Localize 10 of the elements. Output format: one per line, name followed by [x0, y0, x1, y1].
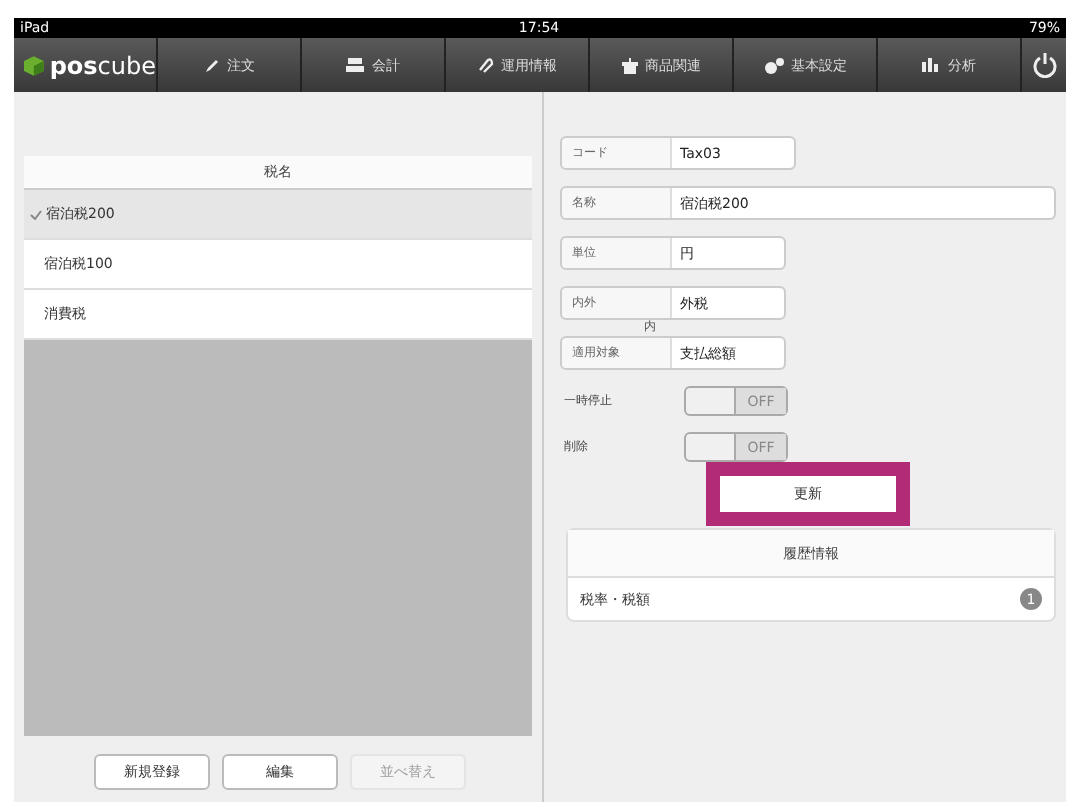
cube-logo-icon [24, 55, 44, 75]
register-icon [346, 58, 364, 72]
logo-text: pos [49, 51, 98, 79]
checkmark-icon [30, 209, 42, 219]
power-icon [1031, 52, 1057, 78]
gift-icon [621, 57, 637, 73]
pencil-icon [203, 57, 219, 73]
logo-text: cube [97, 51, 156, 79]
paperclip-icon [477, 57, 493, 73]
bar-chart-icon [922, 58, 940, 72]
